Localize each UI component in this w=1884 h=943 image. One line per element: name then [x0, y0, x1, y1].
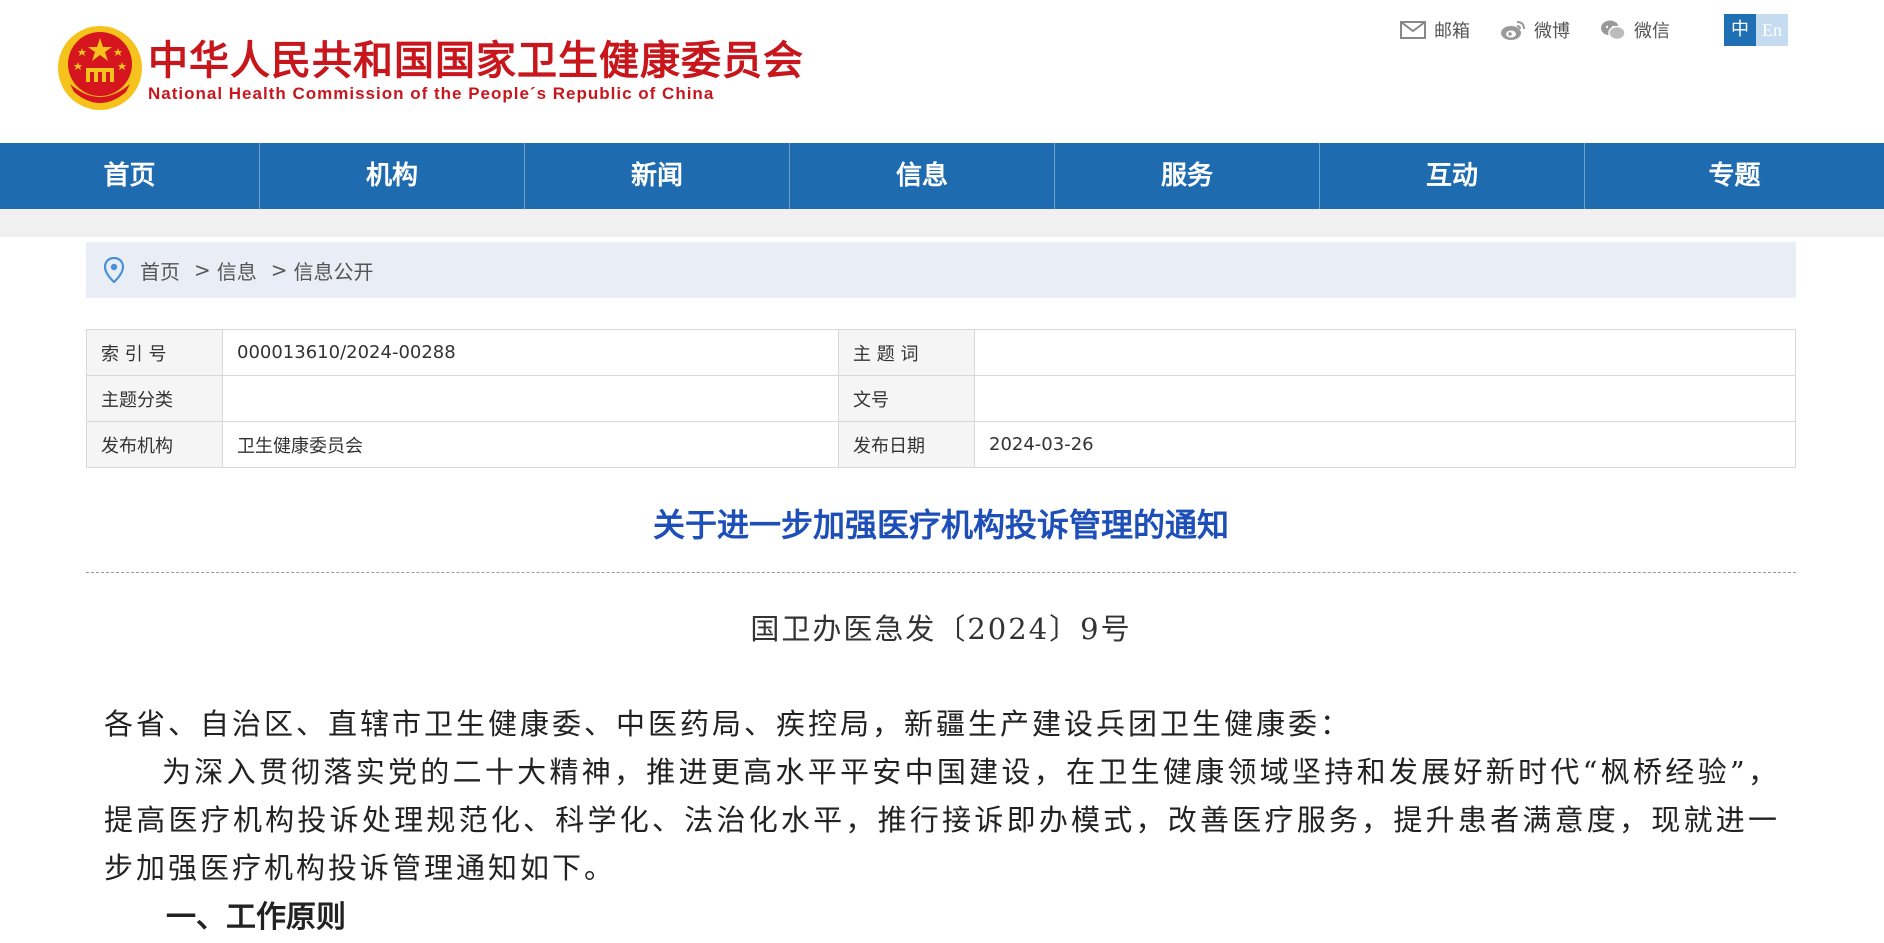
mail-link[interactable]: 邮箱	[1400, 17, 1470, 43]
site-title-cn[interactable]: 中华人民共和国国家卫生健康委员会	[148, 28, 804, 86]
keyword-label: 主 题 词	[838, 329, 975, 376]
table-row: 索 引 号 000013610/2024-00288 主 题 词	[86, 329, 1796, 376]
article-addressee: 各省、自治区、直辖市卫生健康委、中医药局、疾控局，新疆生产建设兵团卫生健康委：	[104, 707, 1353, 741]
publisher-value: 卫生健康委员会	[222, 421, 839, 468]
site-header: 中华人民共和国国家卫生健康委员会 National Health Commiss…	[0, 0, 1884, 143]
article-title: 关于进一步加强医疗机构投诉管理的通知	[652, 506, 1229, 544]
main-nav: 首页 机构 新闻 信息 服务 互动 专题	[0, 143, 1884, 209]
article-paragraph: 为深入贯彻落实党的二十大精神，推进更高水平平安中国建设，在卫生健康领域坚持和发展…	[104, 755, 1780, 885]
index-value: 000013610/2024-00288	[222, 329, 839, 376]
title-divider	[86, 572, 1796, 573]
date-value: 2024-03-26	[974, 421, 1796, 468]
breadcrumb-information[interactable]: 信息	[217, 256, 257, 285]
docno-label: 文号	[838, 375, 975, 422]
table-row: 发布机构 卫生健康委员会 发布日期 2024-03-26	[86, 421, 1796, 468]
publisher-label: 发布机构	[86, 421, 223, 468]
category-label: 主题分类	[86, 375, 223, 422]
language-switch: 中 En	[1724, 14, 1788, 46]
breadcrumb-disclosure[interactable]: 信息公开	[294, 256, 374, 285]
location-pin-icon	[104, 257, 124, 283]
nav-item-services[interactable]: 服务	[1055, 143, 1320, 209]
docno-value	[974, 375, 1796, 422]
breadcrumb-separator: >	[270, 258, 288, 282]
section-heading: 一、工作原则	[166, 900, 346, 935]
lang-en-button[interactable]: En	[1756, 14, 1788, 46]
nav-shadow-strip	[0, 209, 1884, 237]
lang-cn-button[interactable]: 中	[1724, 14, 1756, 46]
breadcrumb: 首页 > 信息 > 信息公开	[86, 242, 1796, 298]
wechat-link[interactable]: 微信	[1600, 17, 1670, 43]
wechat-icon	[1601, 20, 1626, 41]
mail-icon	[1400, 21, 1426, 39]
wechat-link-label: 微信	[1634, 21, 1670, 42]
keyword-value	[974, 329, 1796, 376]
top-links: 邮箱 微博 微信	[1400, 18, 1700, 42]
date-label: 发布日期	[838, 421, 975, 468]
breadcrumb-separator: >	[194, 258, 211, 282]
article-body: 各省、自治区、直辖市卫生健康委、中医药局、疾控局，新疆生产建设兵团卫生健康委： …	[104, 700, 1780, 892]
index-label: 索 引 号	[86, 329, 223, 376]
nav-item-organization[interactable]: 机构	[260, 143, 525, 209]
document-number: 国卫办医急发〔2024〕9号	[750, 612, 1132, 646]
nav-item-topics[interactable]: 专题	[1585, 143, 1884, 209]
nav-item-interaction[interactable]: 互动	[1320, 143, 1585, 209]
weibo-link-label: 微博	[1534, 21, 1570, 42]
table-row: 主题分类 文号	[86, 375, 1796, 422]
site-title-en[interactable]: National Health Commission of the People…	[148, 84, 714, 104]
breadcrumb-home[interactable]: 首页	[140, 256, 180, 285]
nav-item-information[interactable]: 信息	[790, 143, 1055, 209]
nav-item-home[interactable]: 首页	[0, 143, 260, 209]
weibo-icon	[1501, 21, 1525, 40]
category-value	[222, 375, 839, 422]
nav-item-news[interactable]: 新闻	[525, 143, 790, 209]
weibo-link[interactable]: 微博	[1500, 17, 1570, 43]
national-emblem-icon[interactable]	[56, 24, 144, 112]
document-meta-table: 索 引 号 000013610/2024-00288 主 题 词 主题分类 文号…	[86, 329, 1796, 468]
mail-link-label: 邮箱	[1434, 21, 1470, 42]
